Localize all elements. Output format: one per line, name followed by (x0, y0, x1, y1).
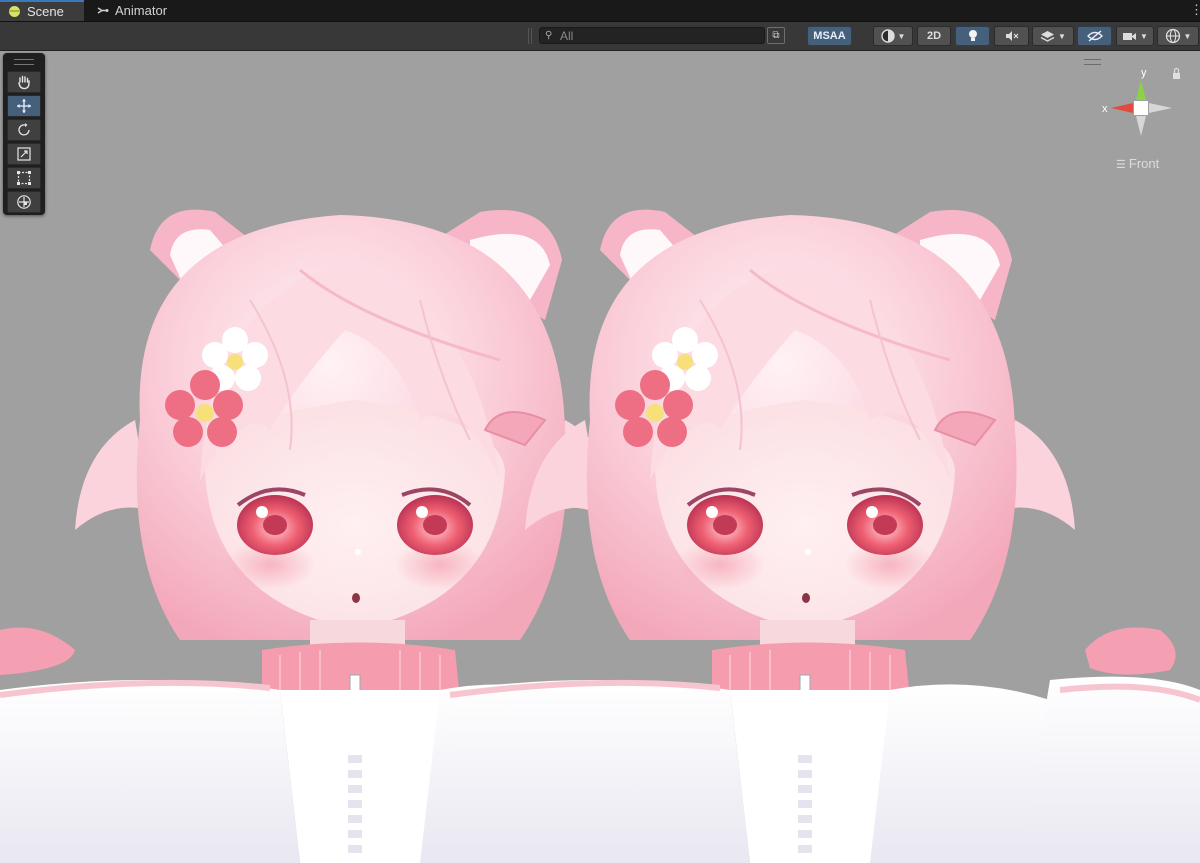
tab-scene-label: Scene (27, 4, 64, 19)
transform-icon (17, 195, 31, 209)
overlay-drag-handle[interactable] (14, 59, 34, 65)
2d-toggle-button[interactable]: 2D (917, 26, 951, 46)
light-bulb-icon (968, 30, 977, 41)
hand-tool-button[interactable] (7, 71, 41, 93)
right-sleeve (1020, 676, 1200, 863)
tab-animator[interactable]: Animator (88, 0, 188, 21)
rect-transform-icon (17, 171, 31, 185)
gizmos-button[interactable]: ▼ (1157, 26, 1199, 46)
audio-muted-icon (1005, 31, 1018, 41)
rect-tool-button[interactable] (7, 167, 41, 189)
chevron-down-icon: ▼ (1058, 31, 1066, 41)
x-axis-cone[interactable] (1111, 103, 1133, 113)
view-orientation-label[interactable]: ☰ Front (1116, 156, 1159, 171)
scene-tools-overlay (3, 53, 45, 215)
effects-button[interactable]: ▼ (1032, 26, 1074, 46)
axis-gizmo: x y (1102, 67, 1180, 136)
toolbar-grip[interactable] (528, 28, 532, 44)
chevron-down-icon: ▼ (897, 31, 906, 41)
layers-icon (1040, 30, 1055, 42)
chevron-down-icon: ▼ (1183, 31, 1192, 41)
menu-lines-icon: ☰ (1116, 159, 1126, 171)
gizmo-center-cube[interactable] (1134, 101, 1148, 115)
search-placeholder: All (560, 29, 574, 43)
gizmo-globe-icon (1165, 28, 1180, 44)
2d-label: 2D (926, 30, 942, 42)
rotate-icon (18, 123, 30, 136)
rotate-tool-button[interactable] (7, 119, 41, 141)
gizmo-drag-handle[interactable] (1084, 59, 1101, 65)
move-arrows-icon (17, 99, 31, 113)
camera-settings-button[interactable]: ▼ (1116, 26, 1154, 46)
scene-toolbar: ⚲ All ⧉ MSAA ▼ 2D ▼ ▼ ▼ (0, 22, 1200, 51)
search-icon: ⚲ (545, 30, 553, 41)
search-input[interactable]: ⚲ All (539, 27, 765, 44)
camera-icon (1123, 32, 1137, 40)
chevron-down-icon: ▼ (1140, 31, 1148, 41)
transform-tool-button[interactable] (7, 191, 41, 213)
y-axis-label: y (1141, 67, 1147, 79)
shading-sphere-icon (880, 29, 895, 43)
lock-icon[interactable] (1173, 67, 1180, 80)
more-options-icon[interactable]: ⋮ (1190, 3, 1200, 17)
tab-scene[interactable]: Scene (0, 0, 84, 21)
scale-icon (17, 147, 31, 161)
audio-toggle-button[interactable] (994, 26, 1029, 46)
msaa-button[interactable]: MSAA (807, 26, 852, 46)
msaa-label: MSAA (813, 30, 846, 42)
neg-y-axis-cone[interactable] (1136, 116, 1146, 136)
visibility-off-icon (1086, 30, 1103, 42)
window-tab-bar: Scene Animator ⋮ (0, 0, 1200, 22)
lighting-toggle-button[interactable] (955, 26, 990, 46)
neg-x-axis-cone[interactable] (1149, 103, 1172, 113)
move-tool-button[interactable] (7, 95, 41, 117)
x-axis-label: x (1102, 103, 1108, 115)
hand-icon (18, 75, 30, 90)
scene-icon (9, 6, 20, 17)
animator-icon (97, 7, 109, 14)
y-axis-cone[interactable] (1136, 80, 1146, 100)
search-scope-icon[interactable]: ⧉ (767, 27, 785, 44)
tab-animator-label: Animator (115, 3, 168, 18)
shading-mode-button[interactable]: ▼ (873, 26, 913, 46)
scale-tool-button[interactable] (7, 143, 41, 165)
scene-viewport[interactable] (0, 51, 1200, 863)
scene-visibility-button[interactable] (1077, 26, 1112, 46)
view-name: Front (1128, 156, 1160, 171)
